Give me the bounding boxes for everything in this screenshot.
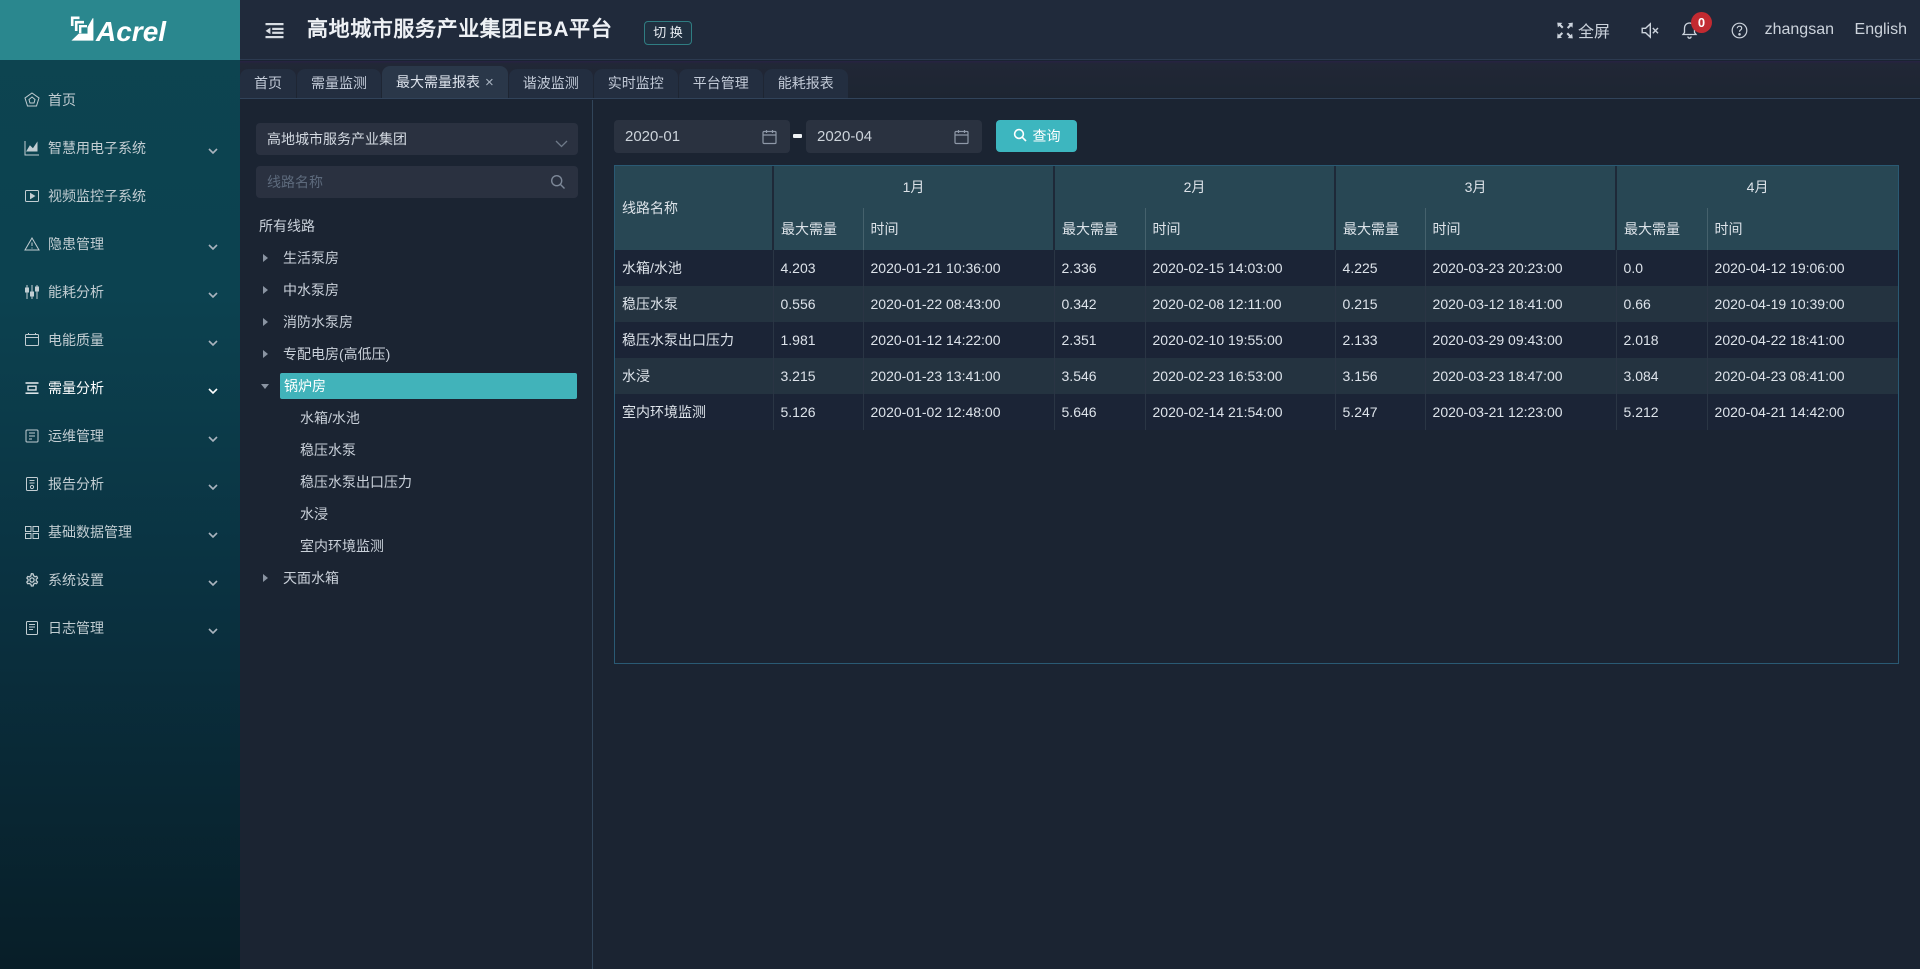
svg-text:Acrel: Acrel	[95, 16, 167, 47]
